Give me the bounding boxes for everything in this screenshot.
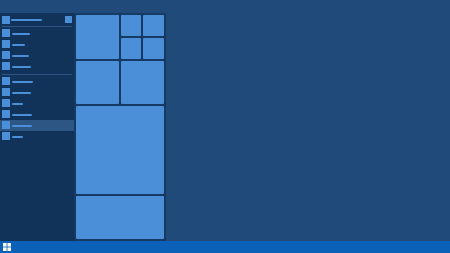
list-item[interactable] (0, 76, 74, 87)
tile-small-2[interactable] (143, 15, 164, 36)
app-icon (2, 29, 10, 37)
user-name-placeholder (11, 19, 42, 21)
tile-small-4[interactable] (143, 38, 164, 59)
list-item[interactable] (0, 28, 74, 39)
list-item[interactable] (0, 109, 74, 120)
start-button[interactable] (0, 241, 14, 253)
start-menu-tile-area (74, 13, 166, 241)
tile-wide-tall[interactable] (76, 106, 164, 194)
app-label-placeholder (12, 33, 30, 35)
app-label-placeholder (12, 92, 31, 94)
tile-large-1[interactable] (76, 15, 119, 59)
app-label-placeholder (12, 55, 29, 57)
power-icon[interactable] (65, 16, 72, 23)
app-icon (2, 110, 10, 118)
tile-medium-2[interactable] (121, 61, 164, 104)
app-icon (2, 132, 10, 140)
tile-small-1[interactable] (121, 15, 141, 36)
app-label-placeholder (12, 81, 33, 83)
list-item-selected[interactable] (0, 120, 74, 131)
windows-logo-icon (3, 243, 11, 251)
user-icon[interactable] (2, 16, 10, 24)
list-item[interactable] (0, 87, 74, 98)
app-label-placeholder (12, 44, 25, 46)
app-icon (2, 62, 10, 70)
app-label-placeholder (12, 125, 32, 127)
start-menu (0, 13, 166, 241)
tile-wide-bottom[interactable] (76, 196, 164, 239)
app-icon (2, 51, 10, 59)
app-label-placeholder (12, 114, 32, 116)
list-item[interactable] (0, 50, 74, 61)
taskbar (0, 241, 450, 253)
app-label-placeholder (12, 66, 31, 68)
app-icon (2, 88, 10, 96)
list-divider (2, 74, 72, 75)
app-label-placeholder (12, 136, 23, 138)
app-icon (2, 77, 10, 85)
list-item[interactable] (0, 61, 74, 72)
start-menu-app-list (0, 13, 74, 241)
list-item[interactable] (0, 39, 74, 50)
start-menu-header (0, 13, 74, 25)
tile-small-3[interactable] (121, 38, 141, 59)
app-icon (2, 40, 10, 48)
tile-medium-1[interactable] (76, 61, 119, 104)
list-item[interactable] (0, 98, 74, 109)
app-icon (2, 99, 10, 107)
header-divider (2, 26, 72, 27)
list-item[interactable] (0, 131, 74, 142)
app-icon (2, 121, 10, 129)
app-label-placeholder (12, 103, 23, 105)
